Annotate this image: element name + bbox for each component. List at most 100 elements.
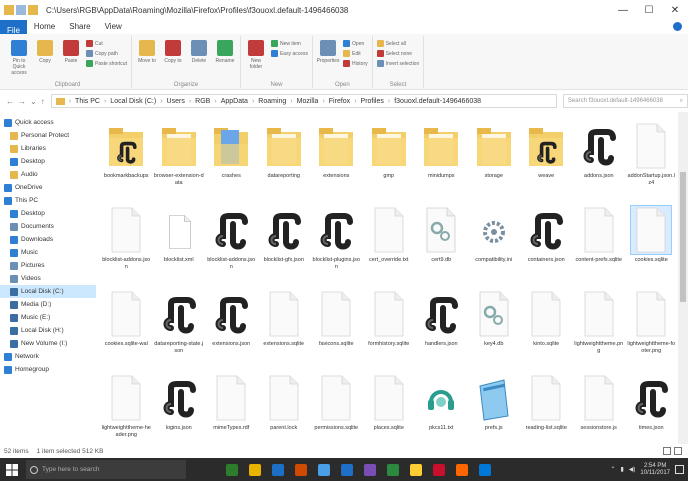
cut-button[interactable]: Cut [86, 40, 127, 47]
file-item[interactable]: mimeTypes.rdf [205, 370, 258, 454]
sidebar-item-desktop[interactable]: Desktop [0, 207, 96, 220]
file-item[interactable]: logins.json [153, 370, 206, 454]
tab-home[interactable]: Home [27, 20, 62, 34]
large-icons-view-icon[interactable] [674, 447, 682, 455]
file-item[interactable]: bookmarkbackups [100, 118, 153, 202]
select-none-button[interactable]: Select none [376, 50, 420, 57]
volume-icon[interactable]: ◀) [629, 466, 636, 473]
tab-view[interactable]: View [98, 20, 129, 34]
file-item[interactable]: prefs.js [468, 370, 521, 454]
file-item[interactable]: lightweighttheme.png [573, 286, 626, 370]
file-item[interactable]: extensions [310, 118, 363, 202]
invert-selection-button[interactable]: Invert selection [376, 60, 419, 67]
file-item[interactable]: lightweighttheme-footer.png [625, 286, 678, 370]
pin-to-quick-access-button[interactable]: Pin to Quick access [8, 36, 30, 88]
file-item[interactable]: blocklist-plugins.json [310, 202, 363, 286]
paste-shortcut-button[interactable]: Paste shortcut [86, 60, 127, 67]
details-view-icon[interactable] [663, 447, 671, 455]
file-item[interactable]: handlers.json [415, 286, 468, 370]
close-button[interactable]: ✕ [662, 0, 688, 20]
file-item[interactable]: extensions.sqlite [258, 286, 311, 370]
file-item[interactable]: addonStartup.json.lz4 [625, 118, 678, 202]
file-item[interactable]: gmp [363, 118, 416, 202]
start-button[interactable] [0, 458, 24, 481]
file-item[interactable]: blocklist-addons.json [205, 202, 258, 286]
breadcrumb-users[interactable]: Users [167, 98, 185, 105]
taskbar-app-icon[interactable] [249, 463, 261, 476]
file-item[interactable]: cert9.db [415, 202, 468, 286]
up-button[interactable]: ↑ [41, 97, 45, 106]
explorer-icon[interactable] [4, 5, 14, 15]
sidebar-item-desktop[interactable]: Desktop [0, 155, 96, 168]
new-folder-button[interactable]: New folder [245, 36, 267, 88]
taskbar-app-icon[interactable] [479, 463, 491, 476]
file-item[interactable]: lightweighttheme-header.png [100, 370, 153, 454]
clock[interactable]: 2:54 PM 10/11/2017 [640, 463, 670, 477]
vertical-scrollbar[interactable] [678, 112, 688, 444]
taskbar-app-icon[interactable] [318, 463, 330, 476]
scrollbar-thumb[interactable] [680, 172, 686, 302]
breadcrumb-profiles[interactable]: Profiles [361, 98, 384, 105]
sidebar-item-audio[interactable]: Audio [0, 168, 96, 181]
file-item[interactable]: addons.json [573, 118, 626, 202]
sidebar-item-network[interactable]: Network [0, 350, 96, 363]
taskbar-search[interactable]: Type here to search [26, 460, 186, 479]
taskbar-app-icon[interactable] [456, 463, 468, 476]
edit-button[interactable]: Edit [343, 50, 368, 57]
copy-button[interactable]: Copy [34, 36, 56, 88]
file-item[interactable]: parent.lock [258, 370, 311, 454]
file-item[interactable]: datareporting [258, 118, 311, 202]
file-item[interactable]: times.json [625, 370, 678, 454]
taskbar-app-icon[interactable] [226, 463, 238, 476]
sidebar-item-documents[interactable]: Documents [0, 220, 96, 233]
copy-to-button[interactable]: Copy to [162, 36, 184, 88]
breadcrumb-f3ouoxl-default-1496466038[interactable]: f3ouoxl.default-1496466038 [394, 98, 481, 105]
breadcrumb-local-disk-c[interactable]: Local Disk (C:) [110, 98, 156, 105]
copy-path-button[interactable]: Copy path [86, 50, 127, 57]
taskbar-app-icon[interactable] [272, 463, 284, 476]
paste-button[interactable]: Paste [60, 36, 82, 88]
delete-button[interactable]: Delete [188, 36, 210, 88]
file-item[interactable]: pkcs11.txt [415, 370, 468, 454]
sidebar-item-downloads[interactable]: Downloads [0, 233, 96, 246]
file-item[interactable]: extensions.json [205, 286, 258, 370]
new-item-button[interactable]: New item [270, 40, 308, 47]
sidebar-item-videos[interactable]: Videos [0, 272, 96, 285]
file-item[interactable]: blocklist-addons.json [100, 202, 153, 286]
file-item[interactable]: blocklist.xml [153, 202, 206, 286]
file-item[interactable]: cookies.sqlite [625, 202, 678, 286]
sidebar-item-personal-protect[interactable]: Personal Protect [0, 129, 96, 142]
taskbar-app-icon[interactable] [341, 463, 353, 476]
taskbar-app-icon[interactable] [410, 463, 422, 476]
file-item[interactable]: formhistory.sqlite [363, 286, 416, 370]
rename-button[interactable]: Rename [214, 36, 236, 88]
file-item[interactable]: browser-extension-data [153, 118, 206, 202]
new-folder-icon[interactable] [28, 5, 38, 15]
open-button[interactable]: Open [343, 40, 368, 47]
history-button[interactable]: History [343, 60, 368, 67]
sidebar-item-music[interactable]: Music [0, 246, 96, 259]
breadcrumb-this-pc[interactable]: This PC [75, 98, 100, 105]
file-item[interactable]: compatibility.ini [468, 202, 521, 286]
taskbar-app-icon[interactable] [295, 463, 307, 476]
sidebar-item-libraries[interactable]: Libraries [0, 142, 96, 155]
tray-arrow-icon[interactable]: ⌃ [610, 466, 615, 473]
easy-access-button[interactable]: Easy access [270, 50, 308, 57]
sidebar-item-homegroup[interactable]: Homegroup [0, 363, 96, 376]
properties-button[interactable]: Properties [317, 36, 339, 88]
file-item[interactable]: kinto.sqlite [520, 286, 573, 370]
sidebar-item-new-volume-i[interactable]: New Volume (I:) [0, 337, 96, 350]
sidebar-item-quick-access[interactable]: Quick access [0, 116, 96, 129]
select-all-button[interactable]: Select all [376, 40, 420, 47]
file-item[interactable]: permissions.sqlite [310, 370, 363, 454]
notifications-icon[interactable] [675, 465, 684, 474]
sidebar-item-music-e[interactable]: Music (E:) [0, 311, 96, 324]
sidebar-item-local-disk-c[interactable]: Local Disk (C:) [0, 285, 96, 298]
breadcrumb-rgb[interactable]: RGB [195, 98, 210, 105]
sidebar-item-onedrive[interactable]: OneDrive [0, 181, 96, 194]
breadcrumb-mozilla[interactable]: Mozilla [297, 98, 319, 105]
file-item[interactable]: content-prefs.sqlite [573, 202, 626, 286]
properties-icon[interactable] [16, 5, 26, 15]
sidebar-item-local-disk-h[interactable]: Local Disk (H:) [0, 324, 96, 337]
taskbar-app-icon[interactable] [433, 463, 445, 476]
